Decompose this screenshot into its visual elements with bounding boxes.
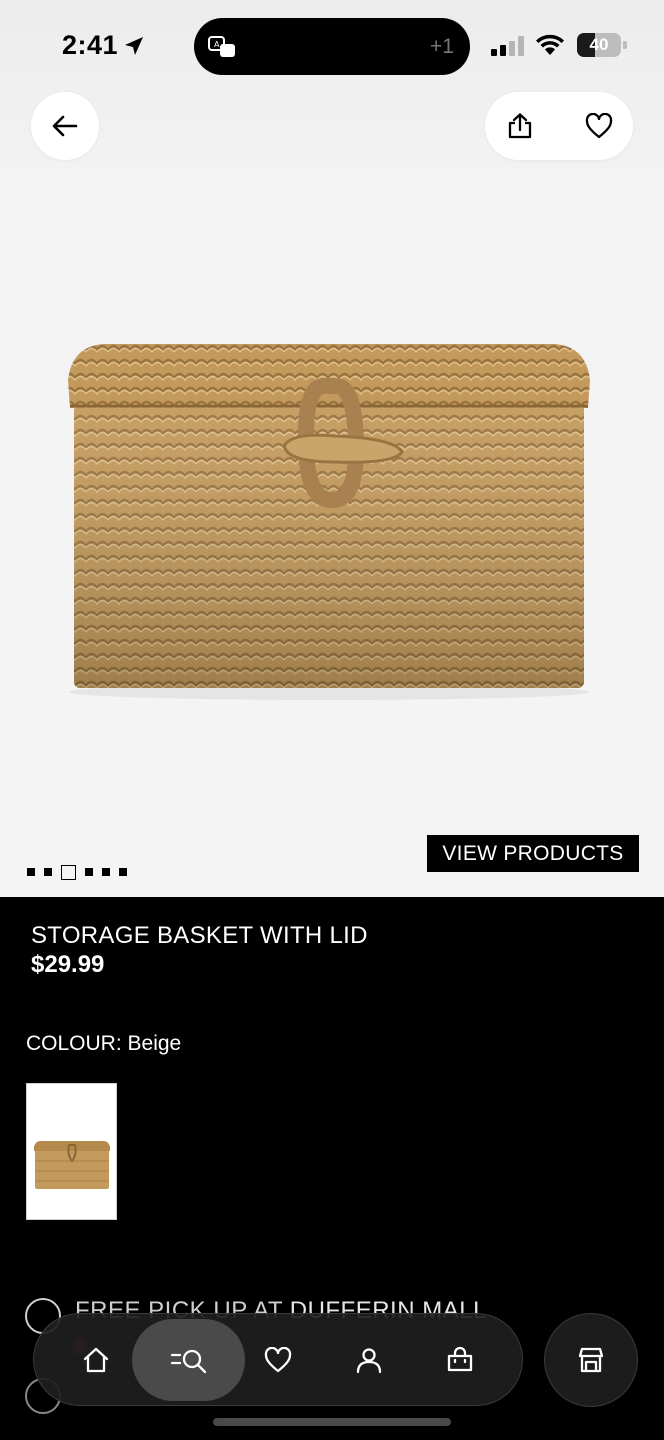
tab-account[interactable] [336,1326,402,1394]
status-time: 2:41 [62,30,119,60]
product-title: STORAGE BASKET WITH LID [31,922,368,949]
bag-icon [447,1346,473,1372]
dynamic-island[interactable]: A +1 [194,18,470,75]
tab-bar [33,1313,523,1406]
tab-favorites[interactable] [245,1326,311,1394]
account-icon [356,1348,382,1374]
share-icon [508,113,532,139]
product-gallery[interactable]: 2:41 A +1 40 VIEW PRODUCTS [0,0,664,897]
header-actions [485,92,633,160]
store-icon [578,1347,604,1373]
svg-text:A: A [214,40,220,49]
home-icon [83,1347,109,1373]
carousel-dots[interactable] [27,864,127,880]
tab-search[interactable] [132,1319,245,1401]
arrow-left-icon [52,115,78,137]
product-image[interactable] [64,340,594,700]
search-icon [170,1349,206,1374]
favorite-button[interactable] [582,109,616,143]
home-indicator[interactable] [213,1418,451,1426]
status-bar: 2:41 A +1 40 [0,0,664,90]
colour-label: COLOUR: Beige [26,1032,182,1055]
carousel-dot[interactable] [102,868,110,876]
product-price: $29.99 [31,951,105,978]
swatch-thumbnail [34,1141,110,1189]
cellular-signal-icon [491,36,524,56]
translate-icon: A [208,36,235,57]
carousel-dot[interactable] [44,868,52,876]
battery-indicator: 40 [577,33,627,57]
store-button[interactable] [544,1313,638,1407]
carousel-dot[interactable] [61,864,76,880]
carousel-dot[interactable] [119,868,127,876]
tab-bag[interactable] [427,1326,493,1394]
back-button[interactable] [31,92,99,160]
carousel-dot[interactable] [85,868,93,876]
location-arrow-icon [125,37,143,55]
share-button[interactable] [503,109,537,143]
wifi-icon [536,34,564,55]
battery-percent: 40 [589,35,609,54]
island-extra-count: +1 [430,35,454,58]
tab-home[interactable] [63,1326,129,1394]
heart-icon [585,113,613,139]
heart-icon [264,1347,292,1373]
view-products-button[interactable]: VIEW PRODUCTS [427,835,639,872]
carousel-dot[interactable] [27,868,35,876]
colour-swatch-beige[interactable] [26,1083,117,1220]
